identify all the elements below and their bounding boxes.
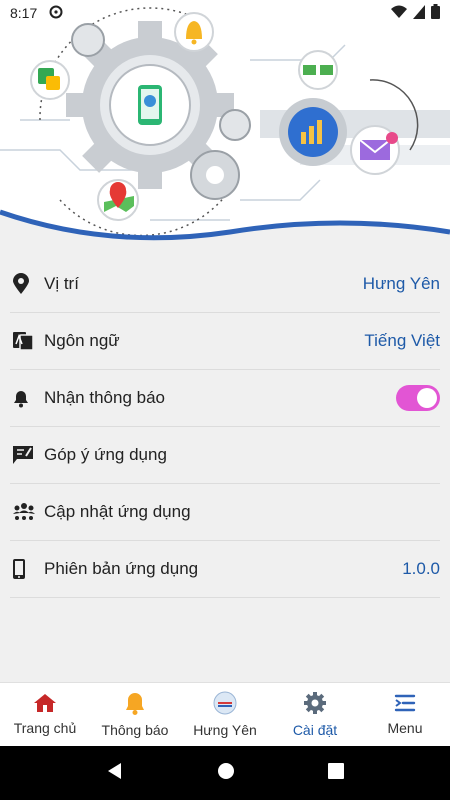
nav-menu[interactable]: Menu: [360, 683, 450, 746]
nav-notifications[interactable]: Thông báo: [90, 683, 180, 746]
setting-notifications: Nhận thông báo: [10, 370, 440, 427]
menu-icon: [394, 693, 416, 716]
status-bar: 8:17: [0, 0, 450, 26]
home-icon: [33, 693, 57, 716]
nav-settings[interactable]: Cài đặt: [270, 683, 360, 746]
nav-label: Thông báo: [101, 722, 169, 738]
phone-icon: [10, 558, 44, 580]
setting-version: Phiên bản ứng dụng 1.0.0: [10, 541, 440, 598]
nav-label: Cài đặt: [292, 722, 338, 738]
recents-icon[interactable]: [327, 762, 344, 784]
location-pin-icon: [10, 273, 44, 295]
setting-update[interactable]: Cập nhật ứng dụng: [10, 484, 440, 541]
bottom-nav: Trang chủ Thông báo Hưng Yên Cài đặt Men…: [0, 682, 450, 746]
feedback-icon: [10, 445, 44, 465]
back-icon[interactable]: [106, 762, 124, 785]
setting-label: Cập nhật ứng dụng: [44, 502, 191, 521]
setting-label: Nhận thông báo: [44, 388, 165, 407]
province-logo-icon: [212, 691, 238, 718]
home-button-icon[interactable]: [217, 762, 235, 785]
sync-icon: [49, 5, 63, 22]
header-illustration: [0, 0, 450, 255]
users-update-icon: [10, 502, 44, 522]
status-time: 8:17: [10, 5, 38, 21]
setting-language[interactable]: Ngôn ngữ Tiếng Việt: [10, 313, 440, 370]
gear-icon: [303, 691, 327, 718]
setting-value: 1.0.0: [402, 559, 440, 578]
signal-icon: [413, 4, 425, 22]
notification-toggle[interactable]: [396, 385, 440, 411]
setting-label: Vị trí: [44, 274, 79, 293]
setting-value: Tiếng Việt: [364, 331, 440, 350]
setting-location[interactable]: Vị trí Hưng Yên: [10, 256, 440, 313]
nav-label: Trang chủ: [13, 720, 77, 736]
settings-list: Vị trí Hưng Yên Ngôn ngữ Tiếng Việt Nhận…: [10, 256, 440, 598]
setting-label: Ngôn ngữ: [44, 331, 120, 350]
battery-icon: [431, 4, 440, 22]
wifi-icon: [391, 5, 407, 22]
translate-icon: [10, 331, 44, 351]
setting-feedback[interactable]: Góp ý ứng dụng: [10, 427, 440, 484]
toggle-knob: [417, 388, 437, 408]
nav-label: Menu: [387, 720, 423, 736]
nav-label: Hưng Yên: [193, 722, 257, 738]
setting-label: Góp ý ứng dụng: [44, 445, 167, 464]
setting-value: Hưng Yên: [362, 274, 440, 293]
system-nav-bar: [0, 746, 450, 800]
setting-label: Phiên bản ứng dụng: [44, 559, 199, 578]
nav-hung-yen[interactable]: Hưng Yên: [180, 683, 270, 746]
bell-icon: [10, 388, 44, 408]
bell-icon: [124, 691, 146, 718]
nav-home[interactable]: Trang chủ: [0, 683, 90, 746]
